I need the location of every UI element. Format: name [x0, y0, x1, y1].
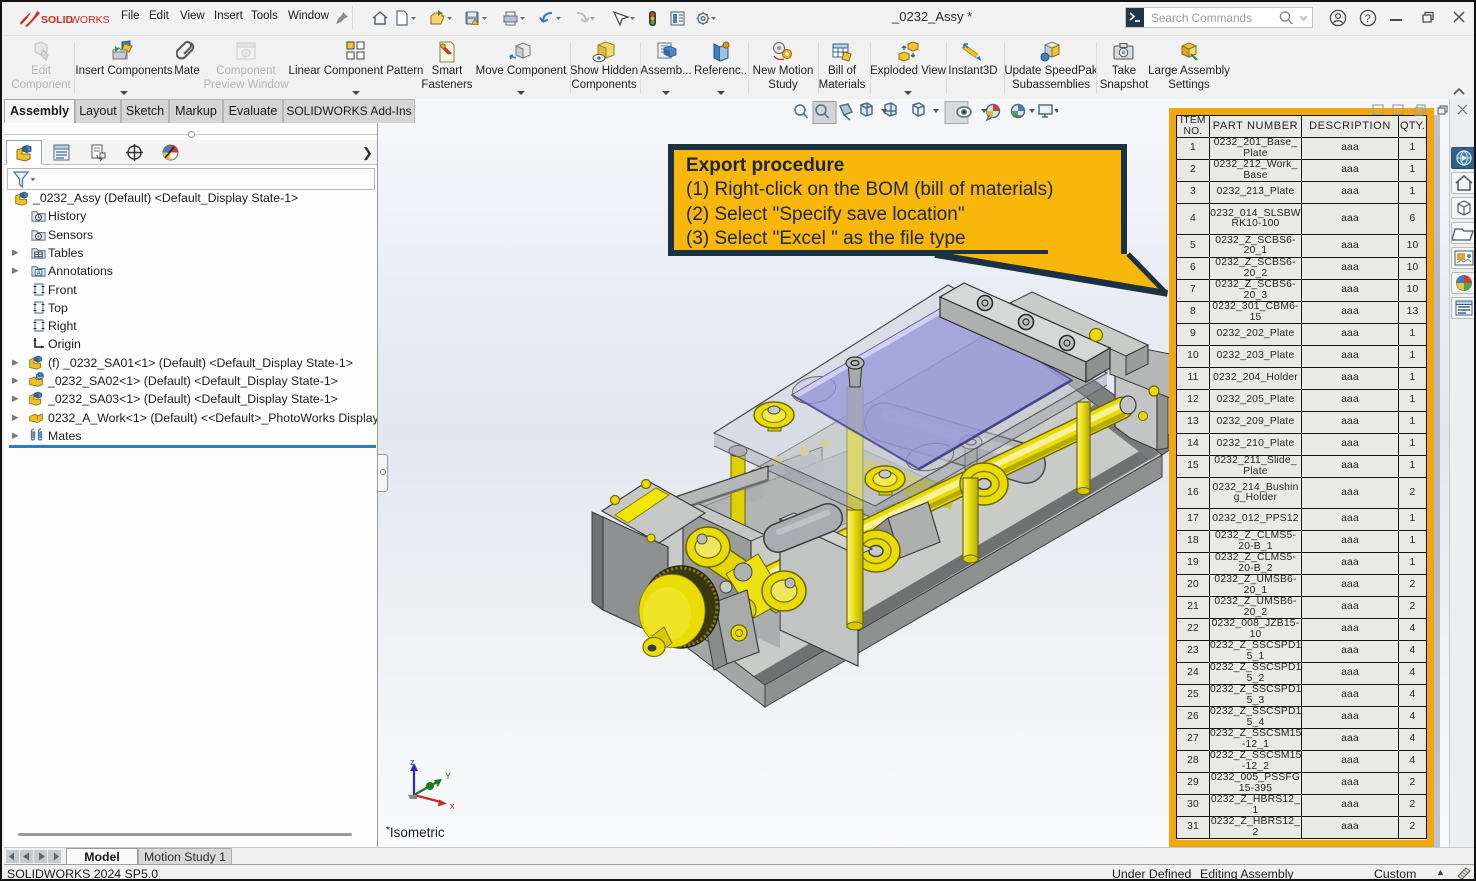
svg-text:WORKS: WORKS: [70, 14, 110, 26]
svg-text:z: z: [410, 757, 415, 767]
svg-text:SOLID: SOLID: [41, 14, 74, 26]
svg-text:x: x: [450, 801, 455, 811]
svg-text:A: A: [36, 270, 41, 277]
svg-text:Y: Y: [445, 771, 451, 781]
svg-text:?: ?: [1365, 13, 1371, 25]
